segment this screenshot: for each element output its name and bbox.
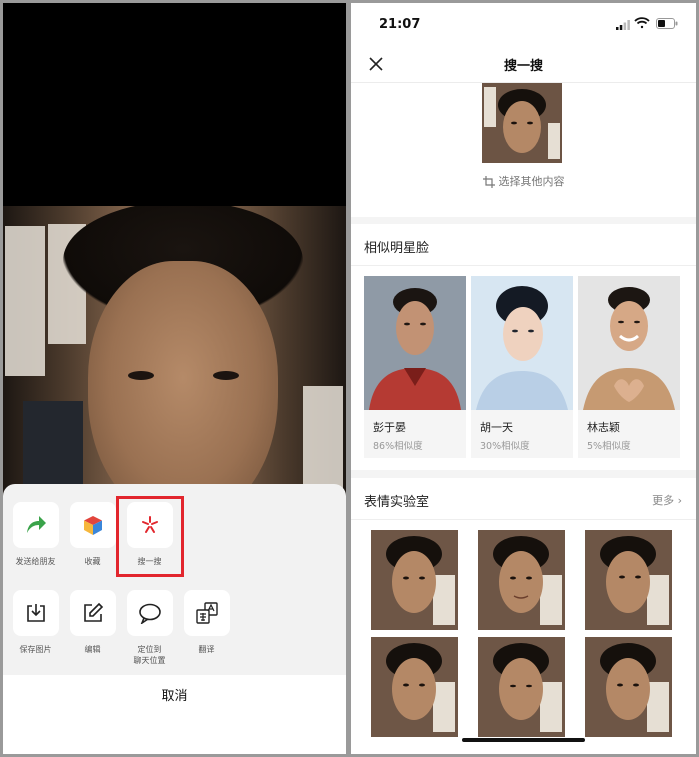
page-title: 搜一搜 xyxy=(503,59,543,74)
celebrity-card[interactable]: 胡一天 30%相似度 xyxy=(471,276,573,458)
action-edit[interactable]: 编辑 xyxy=(64,590,121,666)
action-sheet: 发送给朋友 收藏 搜一搜 保存图片 编辑 定位到 聊天位置 翻译 取消 xyxy=(3,484,346,754)
celebrity-card[interactable]: 林志颖 5%相似度 xyxy=(578,276,680,458)
signal-icon xyxy=(616,20,630,30)
more-label: 更多 xyxy=(652,494,675,507)
query-thumbnail[interactable] xyxy=(482,83,562,163)
chat-bubble-icon xyxy=(126,590,173,636)
search-highlight-box xyxy=(116,496,184,577)
celebrity-cards: 彭于晏 86%相似度 胡一天 30%相似度 林志颖 5%相似度 xyxy=(364,276,685,458)
action-row-2: 保存图片 编辑 定位到 聊天位置 翻译 xyxy=(3,590,235,666)
celebrity-section-title: 相似明星脸 xyxy=(364,241,430,256)
emoji-item[interactable] xyxy=(478,530,565,630)
cube-icon xyxy=(69,502,116,548)
celebrity-name: 彭于晏 xyxy=(373,421,406,434)
status-time: 21:07 xyxy=(379,17,421,32)
more-link[interactable]: 更多 › xyxy=(652,492,682,508)
action-favorite[interactable]: 收藏 xyxy=(64,502,121,567)
share-arrow-icon xyxy=(12,502,59,548)
celebrity-photo xyxy=(578,276,680,410)
home-indicator xyxy=(462,738,585,742)
celebrity-similarity: 86%相似度 xyxy=(373,441,423,452)
choose-label: 选择其他内容 xyxy=(498,175,565,188)
translate-icon xyxy=(183,590,230,636)
action-save-image[interactable]: 保存图片 xyxy=(7,590,64,666)
crop-icon xyxy=(482,176,495,188)
wifi-icon xyxy=(634,17,650,29)
celebrity-photo xyxy=(471,276,573,410)
emoji-item[interactable] xyxy=(371,637,458,737)
cancel-bar: 取消 xyxy=(3,675,346,754)
celebrity-section: 相似明星脸 彭于晏 86%相似度 胡一天 30%相似度 林志颖 5%相似度 xyxy=(351,224,696,470)
left-panel: 发送给朋友 收藏 搜一搜 保存图片 编辑 定位到 聊天位置 翻译 取消 xyxy=(3,3,346,754)
celebrity-similarity: 5%相似度 xyxy=(587,441,631,452)
action-send-to-friend[interactable]: 发送给朋友 xyxy=(7,502,64,567)
celebrity-similarity: 30%相似度 xyxy=(480,441,530,452)
choose-other-content[interactable]: 选择其他内容 xyxy=(351,173,696,189)
celebrity-name: 胡一天 xyxy=(480,421,513,434)
query-image-section: 选择其他内容 xyxy=(351,83,696,217)
emoji-section-title: 表情实验室 xyxy=(364,495,430,510)
emoji-item[interactable] xyxy=(371,530,458,630)
right-panel: 21:07 搜一搜 选择其他内容 相似明星脸 彭于晏 86%相似度 胡一天 30… xyxy=(351,3,696,754)
celebrity-photo xyxy=(364,276,466,410)
celebrity-name: 林志颖 xyxy=(587,421,620,434)
emoji-lab-section: 表情实验室 更多 › xyxy=(351,478,696,754)
battery-icon xyxy=(656,18,678,29)
emoji-item[interactable] xyxy=(585,530,672,630)
celebrity-card[interactable]: 彭于晏 86%相似度 xyxy=(364,276,466,458)
cancel-button[interactable]: 取消 xyxy=(3,675,346,719)
nav-bar: 搜一搜 xyxy=(351,47,696,83)
status-bar: 21:07 xyxy=(351,3,696,47)
emoji-item[interactable] xyxy=(585,637,672,737)
edit-icon xyxy=(69,590,116,636)
action-translate[interactable]: 翻译 xyxy=(178,590,235,666)
emoji-item[interactable] xyxy=(478,637,565,737)
chevron-right-icon: › xyxy=(677,494,682,507)
action-locate-in-chat[interactable]: 定位到 聊天位置 xyxy=(121,590,178,666)
download-icon xyxy=(12,590,59,636)
emoji-grid xyxy=(371,530,672,737)
